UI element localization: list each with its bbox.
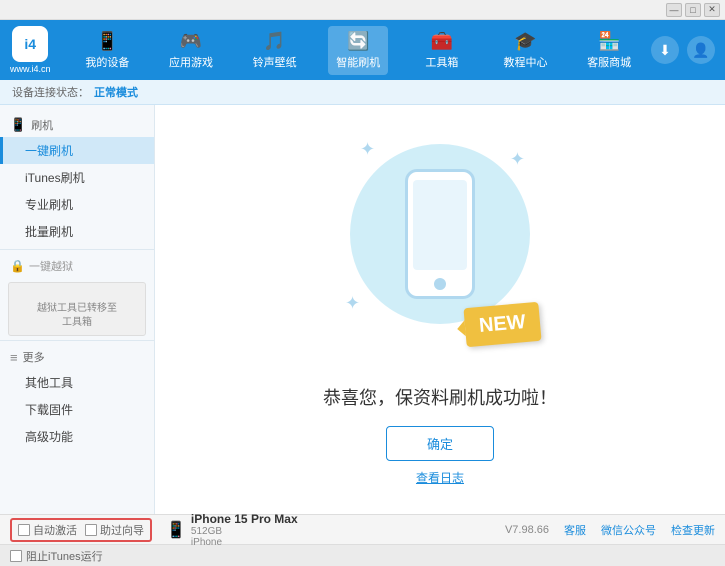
toolbox-icon: 🧰 (431, 31, 453, 52)
ringtones-icon: 🎵 (263, 31, 285, 52)
sidebar-item-batch-flash[interactable]: 批量刷机 (0, 218, 154, 245)
window-minimize[interactable]: — (666, 3, 682, 17)
nav-apps-games-label: 应用游戏 (169, 54, 213, 70)
version-label: V7.98.66 (505, 524, 549, 536)
app-header: i4 www.i4.cn 📱 我的设备 🎮 应用游戏 🎵 铃声壁纸 🔄 智能刷机… (0, 20, 725, 80)
status-bar: 设备连接状态： 正常模式 (0, 80, 725, 105)
header-actions: ⬇ 👤 (651, 36, 715, 64)
sidebar-divider-1 (0, 249, 154, 250)
checkbox-area: 自动激活 助过向导 (10, 518, 152, 542)
sidebar-item-onekey-flash[interactable]: 一键刷机 (0, 137, 154, 164)
guided-activate-label: 助过向导 (100, 522, 144, 538)
phone-screen (413, 180, 467, 270)
nav-smart-flash-label: 智能刷机 (336, 54, 380, 70)
sidebar-section-flash[interactable]: 📱 刷机 (0, 113, 154, 137)
nav-toolbox-label: 工具箱 (425, 54, 458, 70)
window-close[interactable]: ✕ (704, 3, 720, 17)
more-section-icon: ≡ (10, 350, 18, 365)
service-icon: 🏪 (598, 31, 620, 52)
logo-url: www.i4.cn (10, 64, 51, 74)
nav-my-device[interactable]: 📱 我的设备 (77, 26, 137, 75)
sparkle-1: ✦ (360, 139, 375, 160)
nav-my-device-label: 我的设备 (85, 54, 129, 70)
phone-body (405, 169, 475, 299)
flash-section-label: 刷机 (31, 117, 53, 133)
phone-home-btn (434, 278, 446, 290)
user-button[interactable]: 👤 (687, 36, 715, 64)
nav-toolbox[interactable]: 🧰 工具箱 (412, 26, 472, 75)
more-section-label: 更多 (23, 349, 45, 365)
sparkle-2: ✦ (510, 149, 525, 170)
flash-section-icon: 📱 (10, 117, 26, 133)
device-name: iPhone 15 Pro Max (191, 512, 298, 526)
auto-activate-checkbox[interactable]: 自动激活 (18, 522, 77, 538)
itunes-label: 阻止iTunes运行 (26, 548, 103, 564)
nav-smart-flash[interactable]: 🔄 智能刷机 (328, 26, 388, 75)
main-area: 📱 刷机 一键刷机 iTunes刷机 专业刷机 批量刷机 🔒 一键越狱 (0, 105, 725, 514)
sparkle-3: ✦ (345, 293, 360, 314)
sidebar-section-more[interactable]: ≡ 更多 (0, 345, 154, 369)
device-info: 📱 iPhone 15 Pro Max 512GB iPhone (166, 512, 298, 548)
nav-service-label: 客服商城 (587, 54, 631, 70)
auto-activate-check[interactable] (18, 524, 30, 536)
nav-tutorial[interactable]: 🎓 教程中心 (496, 26, 556, 75)
new-badge: NEW (464, 301, 542, 346)
download-button[interactable]: ⬇ (651, 36, 679, 64)
apps-games-icon: 🎮 (180, 31, 202, 52)
sidebar-divider-2 (0, 340, 154, 341)
phone-circle-bg (350, 144, 530, 324)
sidebar-section-jailbreak: 🔒 一键越狱 (0, 254, 154, 278)
device-details: iPhone 15 Pro Max 512GB iPhone (191, 512, 298, 548)
status-value: 正常模式 (94, 84, 138, 100)
smart-flash-icon: 🔄 (347, 31, 369, 52)
nav-bar: 📱 我的设备 🎮 应用游戏 🎵 铃声壁纸 🔄 智能刷机 🧰 工具箱 🎓 (66, 26, 651, 75)
nav-apps-games[interactable]: 🎮 应用游戏 (161, 26, 221, 75)
app-window: — □ ✕ i4 www.i4.cn 📱 我的设备 🎮 应用游戏 🎵 铃声壁纸 … (0, 0, 725, 566)
nav-service[interactable]: 🏪 客服商城 (579, 26, 639, 75)
device-phone-icon: 📱 (166, 520, 186, 540)
sidebar-item-advanced[interactable]: 高级功能 (0, 423, 154, 450)
sidebar-jailbreak-notice: 越狱工具已转移至 工具箱 (8, 282, 146, 336)
confirm-button[interactable]: 确定 (386, 426, 494, 461)
nav-tutorial-label: 教程中心 (504, 54, 548, 70)
sidebar: 📱 刷机 一键刷机 iTunes刷机 专业刷机 批量刷机 🔒 一键越狱 (0, 105, 155, 514)
auto-activate-label: 自动激活 (33, 522, 77, 538)
tutorial-icon: 🎓 (514, 31, 536, 52)
sidebar-item-download-fw[interactable]: 下载固件 (0, 396, 154, 423)
device-area: 自动激活 助过向导 📱 iPhone 15 Pro Max 512GB iPho… (10, 512, 505, 548)
guided-activate-check[interactable] (85, 524, 97, 536)
app-logo: i4 www.i4.cn (10, 26, 51, 74)
sidebar-item-itunes-flash[interactable]: iTunes刷机 (0, 164, 154, 191)
bottom-right: V7.98.66 客服 微信公众号 检查更新 (505, 522, 715, 538)
sidebar-item-pro-flash[interactable]: 专业刷机 (0, 191, 154, 218)
nav-ringtones[interactable]: 🎵 铃声壁纸 (245, 26, 305, 75)
nav-ringtones-label: 铃声壁纸 (253, 54, 297, 70)
status-prefix: 设备连接状态： (12, 84, 89, 100)
guided-activate-checkbox[interactable]: 助过向导 (85, 522, 144, 538)
support-link[interactable]: 客服 (564, 522, 586, 538)
update-link[interactable]: 检查更新 (671, 522, 715, 538)
phone-illustration: ✦ ✦ ✦ NEW (340, 134, 540, 364)
window-title-bar: — □ ✕ (0, 0, 725, 20)
my-device-icon: 📱 (96, 31, 118, 52)
lock-icon: 🔒 (10, 259, 25, 273)
sidebar-item-other-tools[interactable]: 其他工具 (0, 369, 154, 396)
window-maximize[interactable]: □ (685, 3, 701, 17)
device-storage: 512GB (191, 526, 298, 537)
wechat-link[interactable]: 微信公众号 (601, 522, 656, 538)
view-log-link[interactable]: 查看日志 (416, 469, 464, 486)
itunes-checkbox[interactable] (10, 550, 22, 562)
main-content: ✦ ✦ ✦ NEW 恭喜您，保资料刷机成功啦！ 确定 查看日志 (155, 105, 725, 514)
bottom-device-bar: 自动激活 助过向导 📱 iPhone 15 Pro Max 512GB iPho… (0, 514, 725, 544)
logo-icon: i4 (12, 26, 48, 62)
itunes-block: 阻止iTunes运行 (10, 548, 103, 564)
success-message: 恭喜您，保资料刷机成功啦！ (323, 384, 557, 410)
device-type: iPhone (191, 537, 298, 548)
